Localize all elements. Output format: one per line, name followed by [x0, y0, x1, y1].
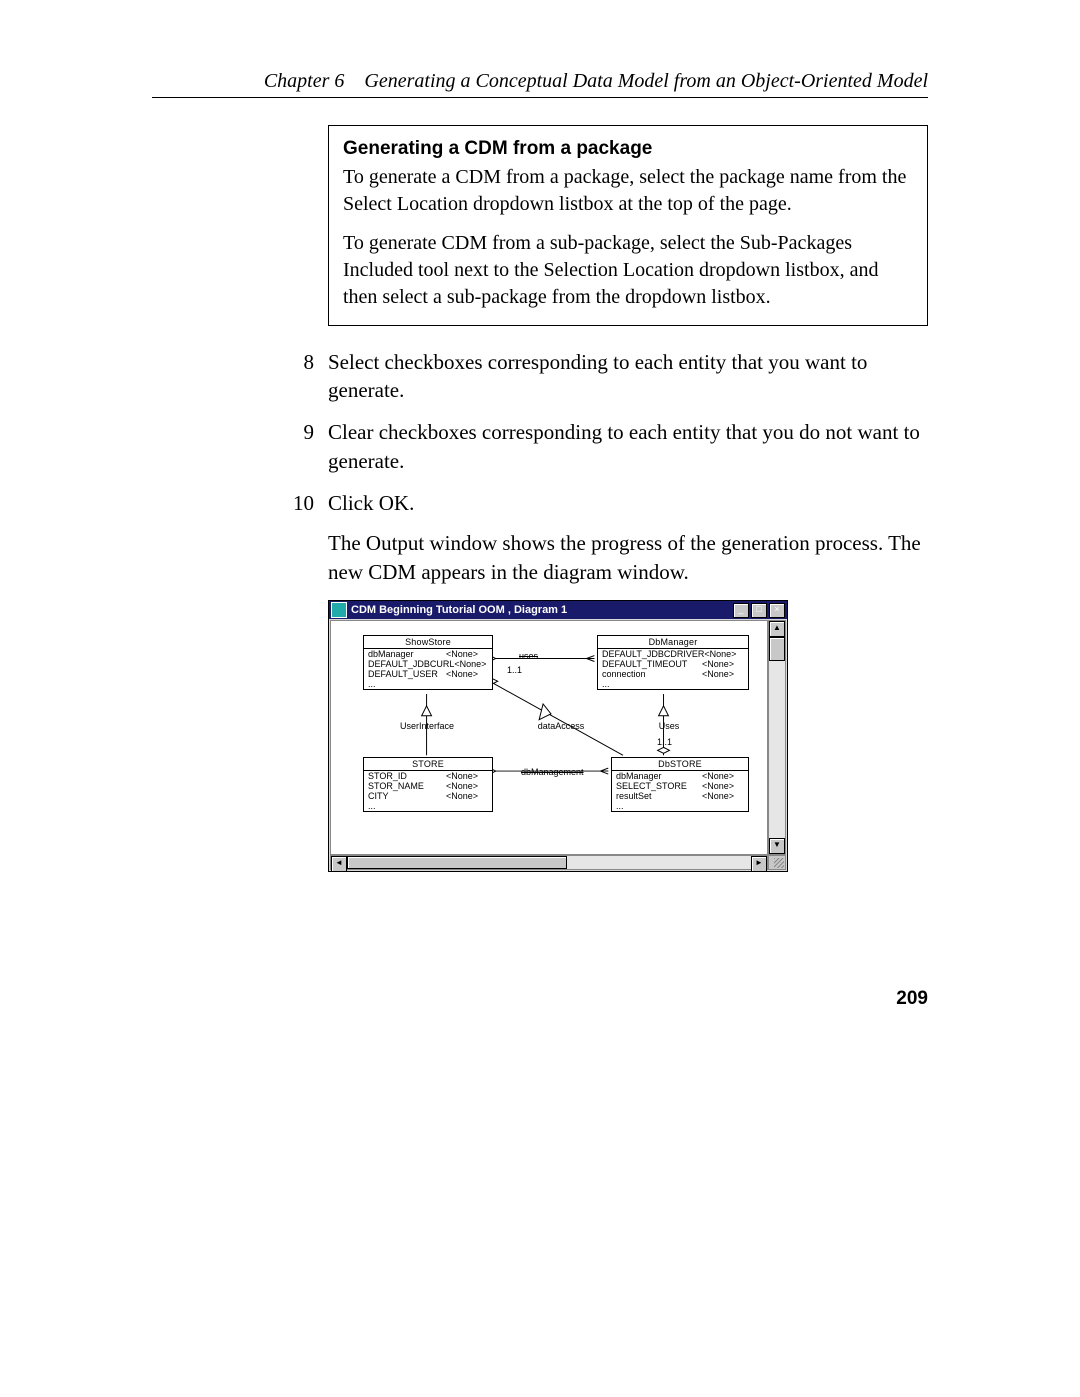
note-title: Generating a CDM from a package	[343, 136, 913, 162]
entity-dbstore[interactable]: DbSTORE dbManager<None> SELECT_STORE<Non…	[611, 757, 749, 812]
attr-more: ...	[612, 801, 748, 811]
entity-dbmanager-title: DbManager	[598, 636, 748, 649]
scroll-up-icon[interactable]: ▲	[769, 621, 785, 637]
rel-card-2: 1..1	[657, 737, 672, 747]
entity-showstore-title: ShowStore	[364, 636, 492, 649]
diagram-canvas[interactable]: ShowStore dbManager<None> DEFAULT_JDBCUR…	[330, 620, 768, 855]
attr-more: ...	[598, 679, 748, 689]
entity-dbstore-title: DbSTORE	[612, 758, 748, 771]
page-header: Chapter 6 Generating a Conceptual Data M…	[152, 70, 928, 98]
attr: STOR_ID	[368, 771, 446, 781]
maximize-button[interactable]: □	[751, 603, 767, 618]
attr-type: <None>	[704, 649, 744, 659]
attr: connection	[602, 669, 702, 679]
attr: CITY	[368, 791, 446, 801]
diagram-window: CDM Beginning Tutorial OOM , Diagram 1 _…	[328, 600, 788, 872]
hscroll-track[interactable]	[347, 856, 751, 869]
close-button[interactable]: ×	[769, 603, 785, 618]
entity-dbmanager[interactable]: DbManager DEFAULT_JDBCDRIVER<None> DEFAU…	[597, 635, 749, 690]
horizontal-scrollbar[interactable]: ◄ ►	[330, 855, 768, 870]
attr-type: <None>	[446, 781, 488, 791]
note-box: Generating a CDM from a package To gener…	[328, 125, 928, 326]
attr-type: <None>	[454, 659, 488, 669]
app-icon	[331, 602, 347, 618]
scroll-right-icon[interactable]: ►	[751, 856, 767, 872]
rel-card-1: 1..1	[507, 665, 522, 675]
note-p1: To generate a CDM from a package, select…	[343, 164, 913, 218]
child-uses: Uses	[651, 721, 687, 731]
resize-grip-icon[interactable]	[768, 855, 786, 870]
attr-type: <None>	[702, 659, 744, 669]
step-8-text: Select checkboxes corresponding to each …	[328, 348, 928, 405]
hscroll-thumb[interactable]	[347, 856, 567, 869]
attr-type: <None>	[446, 791, 488, 801]
attr: DEFAULT_USER	[368, 669, 446, 679]
entity-showstore[interactable]: ShowStore dbManager<None> DEFAULT_JDBCUR…	[363, 635, 493, 690]
attr: DEFAULT_JDBCURL	[368, 659, 454, 669]
step-8: 8 Select checkboxes corresponding to eac…	[328, 348, 928, 405]
attr: DEFAULT_JDBCDRIVER	[602, 649, 704, 659]
step-8-num: 8	[274, 348, 328, 405]
chapter-title: Generating a Conceptual Data Model from …	[364, 70, 928, 92]
step-9: 9 Clear checkboxes corresponding to each…	[328, 418, 928, 475]
child-userinterface: UserInterface	[397, 721, 457, 731]
attr-type: <None>	[446, 669, 488, 679]
attr-more: ...	[364, 801, 492, 811]
page-number: 209	[896, 988, 928, 1010]
vertical-scrollbar[interactable]: ▲ ▼	[768, 620, 786, 855]
step-list: 8 Select checkboxes corresponding to eac…	[328, 348, 928, 586]
attr: resultSet	[616, 791, 702, 801]
minimize-button[interactable]: _	[733, 603, 749, 618]
titlebar[interactable]: CDM Beginning Tutorial OOM , Diagram 1 _…	[329, 601, 787, 619]
scroll-down-icon[interactable]: ▼	[769, 838, 785, 854]
attr-type: <None>	[446, 771, 488, 781]
attr: SELECT_STORE	[616, 781, 702, 791]
attr-type: <None>	[702, 791, 744, 801]
scroll-left-icon[interactable]: ◄	[331, 856, 347, 872]
step-9-num: 9	[274, 418, 328, 475]
content-area: Generating a CDM from a package To gener…	[328, 125, 928, 872]
attr: dbManager	[368, 649, 446, 659]
vscroll-thumb[interactable]	[769, 637, 785, 661]
step-10-text-b: The Output window shows the progress of …	[328, 529, 928, 586]
attr-more: ...	[364, 679, 492, 689]
attr: STOR_NAME	[368, 781, 446, 791]
step-10: 10 Click OK. The Output window shows the…	[328, 489, 928, 586]
attr-type: <None>	[702, 669, 744, 679]
attr: DEFAULT_TIMEOUT	[602, 659, 702, 669]
step-9-text: Clear checkboxes corresponding to each e…	[328, 418, 928, 475]
attr: dbManager	[616, 771, 702, 781]
chapter-label: Chapter 6	[264, 70, 345, 92]
rel-dbmanagement: dbManagement	[521, 767, 584, 777]
step-10-text-a: Click OK.	[328, 489, 928, 517]
entity-store[interactable]: STORE STOR_ID<None> STOR_NAME<None> CITY…	[363, 757, 493, 812]
note-p2: To generate CDM from a sub-package, sele…	[343, 230, 913, 311]
page: Chapter 6 Generating a Conceptual Data M…	[0, 0, 1080, 1397]
attr-type: <None>	[702, 781, 744, 791]
step-10-num: 10	[274, 489, 328, 586]
window-title: CDM Beginning Tutorial OOM , Diagram 1	[351, 604, 733, 616]
vscroll-track[interactable]	[769, 637, 785, 838]
running-head: Chapter 6 Generating a Conceptual Data M…	[152, 70, 928, 93]
entity-store-title: STORE	[364, 758, 492, 771]
attr-type: <None>	[702, 771, 744, 781]
header-rule	[152, 97, 928, 98]
child-dataaccess: dataAccess	[531, 721, 591, 731]
rel-uses: uses	[519, 651, 538, 661]
attr-type: <None>	[446, 649, 488, 659]
